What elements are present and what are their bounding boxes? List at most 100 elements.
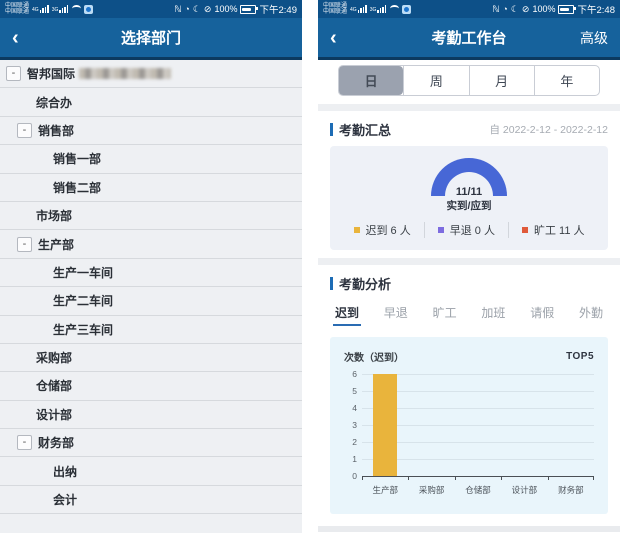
collapse-toggle-icon[interactable]: - (17, 236, 32, 252)
tree-node-label: 会计 (53, 493, 78, 508)
legend-swatch-yellow (353, 227, 360, 233)
tree-node[interactable]: 生产三车间 (0, 316, 302, 344)
accent-bar-icon (330, 123, 333, 136)
tree-node-root[interactable]: - 智邦国际 (0, 60, 302, 89)
section-divider (318, 526, 620, 532)
tree-node[interactable]: 市场部 (0, 202, 302, 231)
tree-node[interactable]: 仓储部 (0, 372, 302, 401)
tree-node[interactable]: 综合办 (0, 88, 302, 117)
tree-node[interactable]: 生产二车间 (0, 287, 302, 316)
tree-node-label: 仓储部 (36, 379, 73, 394)
late-count-bar-chart-card: 次数（迟到） TOP5 6 5 4 3 2 1 0 生产部 采购部 仓储部 设计… (330, 337, 608, 514)
active-tab-underline (333, 324, 362, 326)
accent-bar-icon (330, 277, 333, 290)
legend-late: 迟到 6 人 (341, 222, 424, 238)
bar-late-production (373, 374, 398, 476)
x-axis-categories: 生产部 采购部 仓储部 设计部 财务部 (372, 485, 584, 495)
gauge-value: 11/11 (455, 186, 483, 198)
tree-node-label: 生产部 (38, 237, 75, 252)
carrier-2: 中国联通 (323, 9, 348, 15)
tree-node[interactable]: 设计部 (0, 401, 302, 430)
summary-title: 考勤汇总 (339, 123, 392, 138)
nav-header: ‹ 选择部门 (0, 18, 302, 60)
carrier-labels: 中国联通 中国联通 (5, 3, 29, 16)
tree-node[interactable]: - 销售部 (0, 117, 302, 146)
legend-absent: 旷工 11 人 (507, 222, 598, 238)
tree-node[interactable]: - 生产部 (0, 230, 302, 259)
status-bar: 中国联通 中国联通 4G 3G ℕ ◔ ☾ ⊘ 100% 下午2:48 (318, 0, 620, 18)
chart-header: 次数（迟到） TOP5 (344, 349, 594, 364)
notification-dot-icon (84, 4, 94, 14)
x-axis-ticks (362, 476, 594, 480)
mute-icon: ⊘ (203, 3, 212, 14)
gauge-label: 实到/应到 (446, 200, 492, 212)
section-divider (318, 258, 620, 265)
moon-icon: ☾ (192, 3, 201, 14)
battery-icon (239, 4, 258, 14)
chart-top5-badge: TOP5 (566, 351, 594, 362)
segment-day[interactable]: 日 (339, 66, 404, 95)
back-button[interactable]: ‹ (330, 28, 337, 48)
tab-overtime[interactable]: 加班 (480, 302, 506, 331)
bar-chart: 6 5 4 3 2 1 0 (344, 369, 594, 481)
tree-node[interactable]: 销售二部 (0, 174, 302, 202)
collapse-toggle-icon[interactable]: - (17, 122, 32, 138)
department-tree: - 智邦国际 综合办 - 销售部 销售一部 销售二部 市场部 - 生产部 生产一… (0, 60, 302, 533)
y-axis-ticks: 6 5 4 3 2 1 0 (352, 369, 357, 481)
nfc-icon: ℕ (174, 3, 182, 14)
segment-week[interactable]: 周 (403, 66, 468, 95)
tab-absent[interactable]: 旷工 (432, 302, 458, 331)
screen-select-department: 中国联通 中国联通 4G 3G ℕ ◔ ☾ ⊘ 100% 下午2:49 ‹ 选择… (0, 0, 302, 533)
tree-node[interactable]: 会计 (0, 486, 302, 515)
tree-node[interactable]: 生产一车间 (0, 259, 302, 288)
page-title: 考勤工作台 (431, 30, 507, 47)
back-button[interactable]: ‹ (12, 28, 19, 48)
collapse-toggle-icon[interactable]: - (17, 435, 32, 451)
carrier-labels: 中国联通 中国联通 (323, 3, 347, 16)
tab-early-leave[interactable]: 早退 (383, 302, 409, 331)
tree-node[interactable]: - 财务部 (0, 429, 302, 458)
signal-icon-sim1: 4G (32, 5, 49, 13)
status-time: 下午2:48 (577, 5, 616, 16)
tree-node-label: 销售一部 (53, 152, 102, 167)
analysis-tabs: 迟到 早退 旷工 加班 请假 外勤 (318, 300, 620, 331)
two-screen-composite: 中国联通 中国联通 4G 3G ℕ ◔ ☾ ⊘ 100% 下午2:49 ‹ 选择… (0, 0, 620, 533)
status-time: 下午2:49 (259, 5, 298, 16)
collapse-toggle-icon[interactable]: - (6, 66, 21, 82)
mute-icon: ⊘ (521, 3, 530, 14)
nfc-icon: ℕ (492, 3, 500, 14)
tree-node[interactable]: 采购部 (0, 344, 302, 373)
legend-swatch-purple (437, 227, 444, 233)
section-divider (318, 104, 620, 111)
tree-node-label: 设计部 (36, 407, 73, 422)
tree-node-label: 生产三车间 (53, 322, 114, 337)
tree-node-label: 智邦国际 (27, 67, 76, 82)
advanced-button[interactable]: 高级 (580, 28, 608, 48)
signal-icon-sim2: 3G (52, 5, 69, 13)
tree-node[interactable]: 出纳 (0, 457, 302, 486)
plot-area (362, 374, 594, 480)
moon-icon: ☾ (510, 3, 519, 14)
segment-month[interactable]: 月 (468, 66, 534, 95)
summary-legend: 迟到 6 人 早退 0 人 旷工 11 人 (338, 222, 600, 238)
page-title: 选择部门 (120, 30, 181, 47)
tab-leave[interactable]: 请假 (529, 302, 555, 331)
tree-node[interactable]: 销售一部 (0, 145, 302, 174)
summary-section-header: 考勤汇总 自 2022-2-12 - 2022-2-12 (318, 111, 620, 146)
tab-field-work[interactable]: 外勤 (578, 302, 604, 331)
analysis-section-header: 考勤分析 (318, 265, 620, 300)
segment-year[interactable]: 年 (533, 66, 599, 95)
wifi-icon (390, 5, 400, 12)
screen-attendance-workbench: 中国联通 中国联通 4G 3G ℕ ◔ ☾ ⊘ 100% 下午2:48 ‹ 考勤… (318, 0, 620, 533)
attendance-gauge: 11/11 (431, 158, 507, 198)
battery-percent: 100% (532, 4, 556, 14)
redacted-text (79, 68, 172, 80)
legend-swatch-red (521, 227, 528, 233)
battery-icon (557, 4, 576, 14)
screens-gap (302, 0, 318, 533)
battery-percent: 100% (214, 4, 238, 14)
date-range: 自 2022-2-12 - 2022-2-12 (489, 124, 609, 136)
tab-late[interactable]: 迟到 (333, 302, 362, 331)
tree-node-label: 出纳 (53, 464, 78, 479)
tree-node-label: 生产一车间 (53, 265, 114, 280)
